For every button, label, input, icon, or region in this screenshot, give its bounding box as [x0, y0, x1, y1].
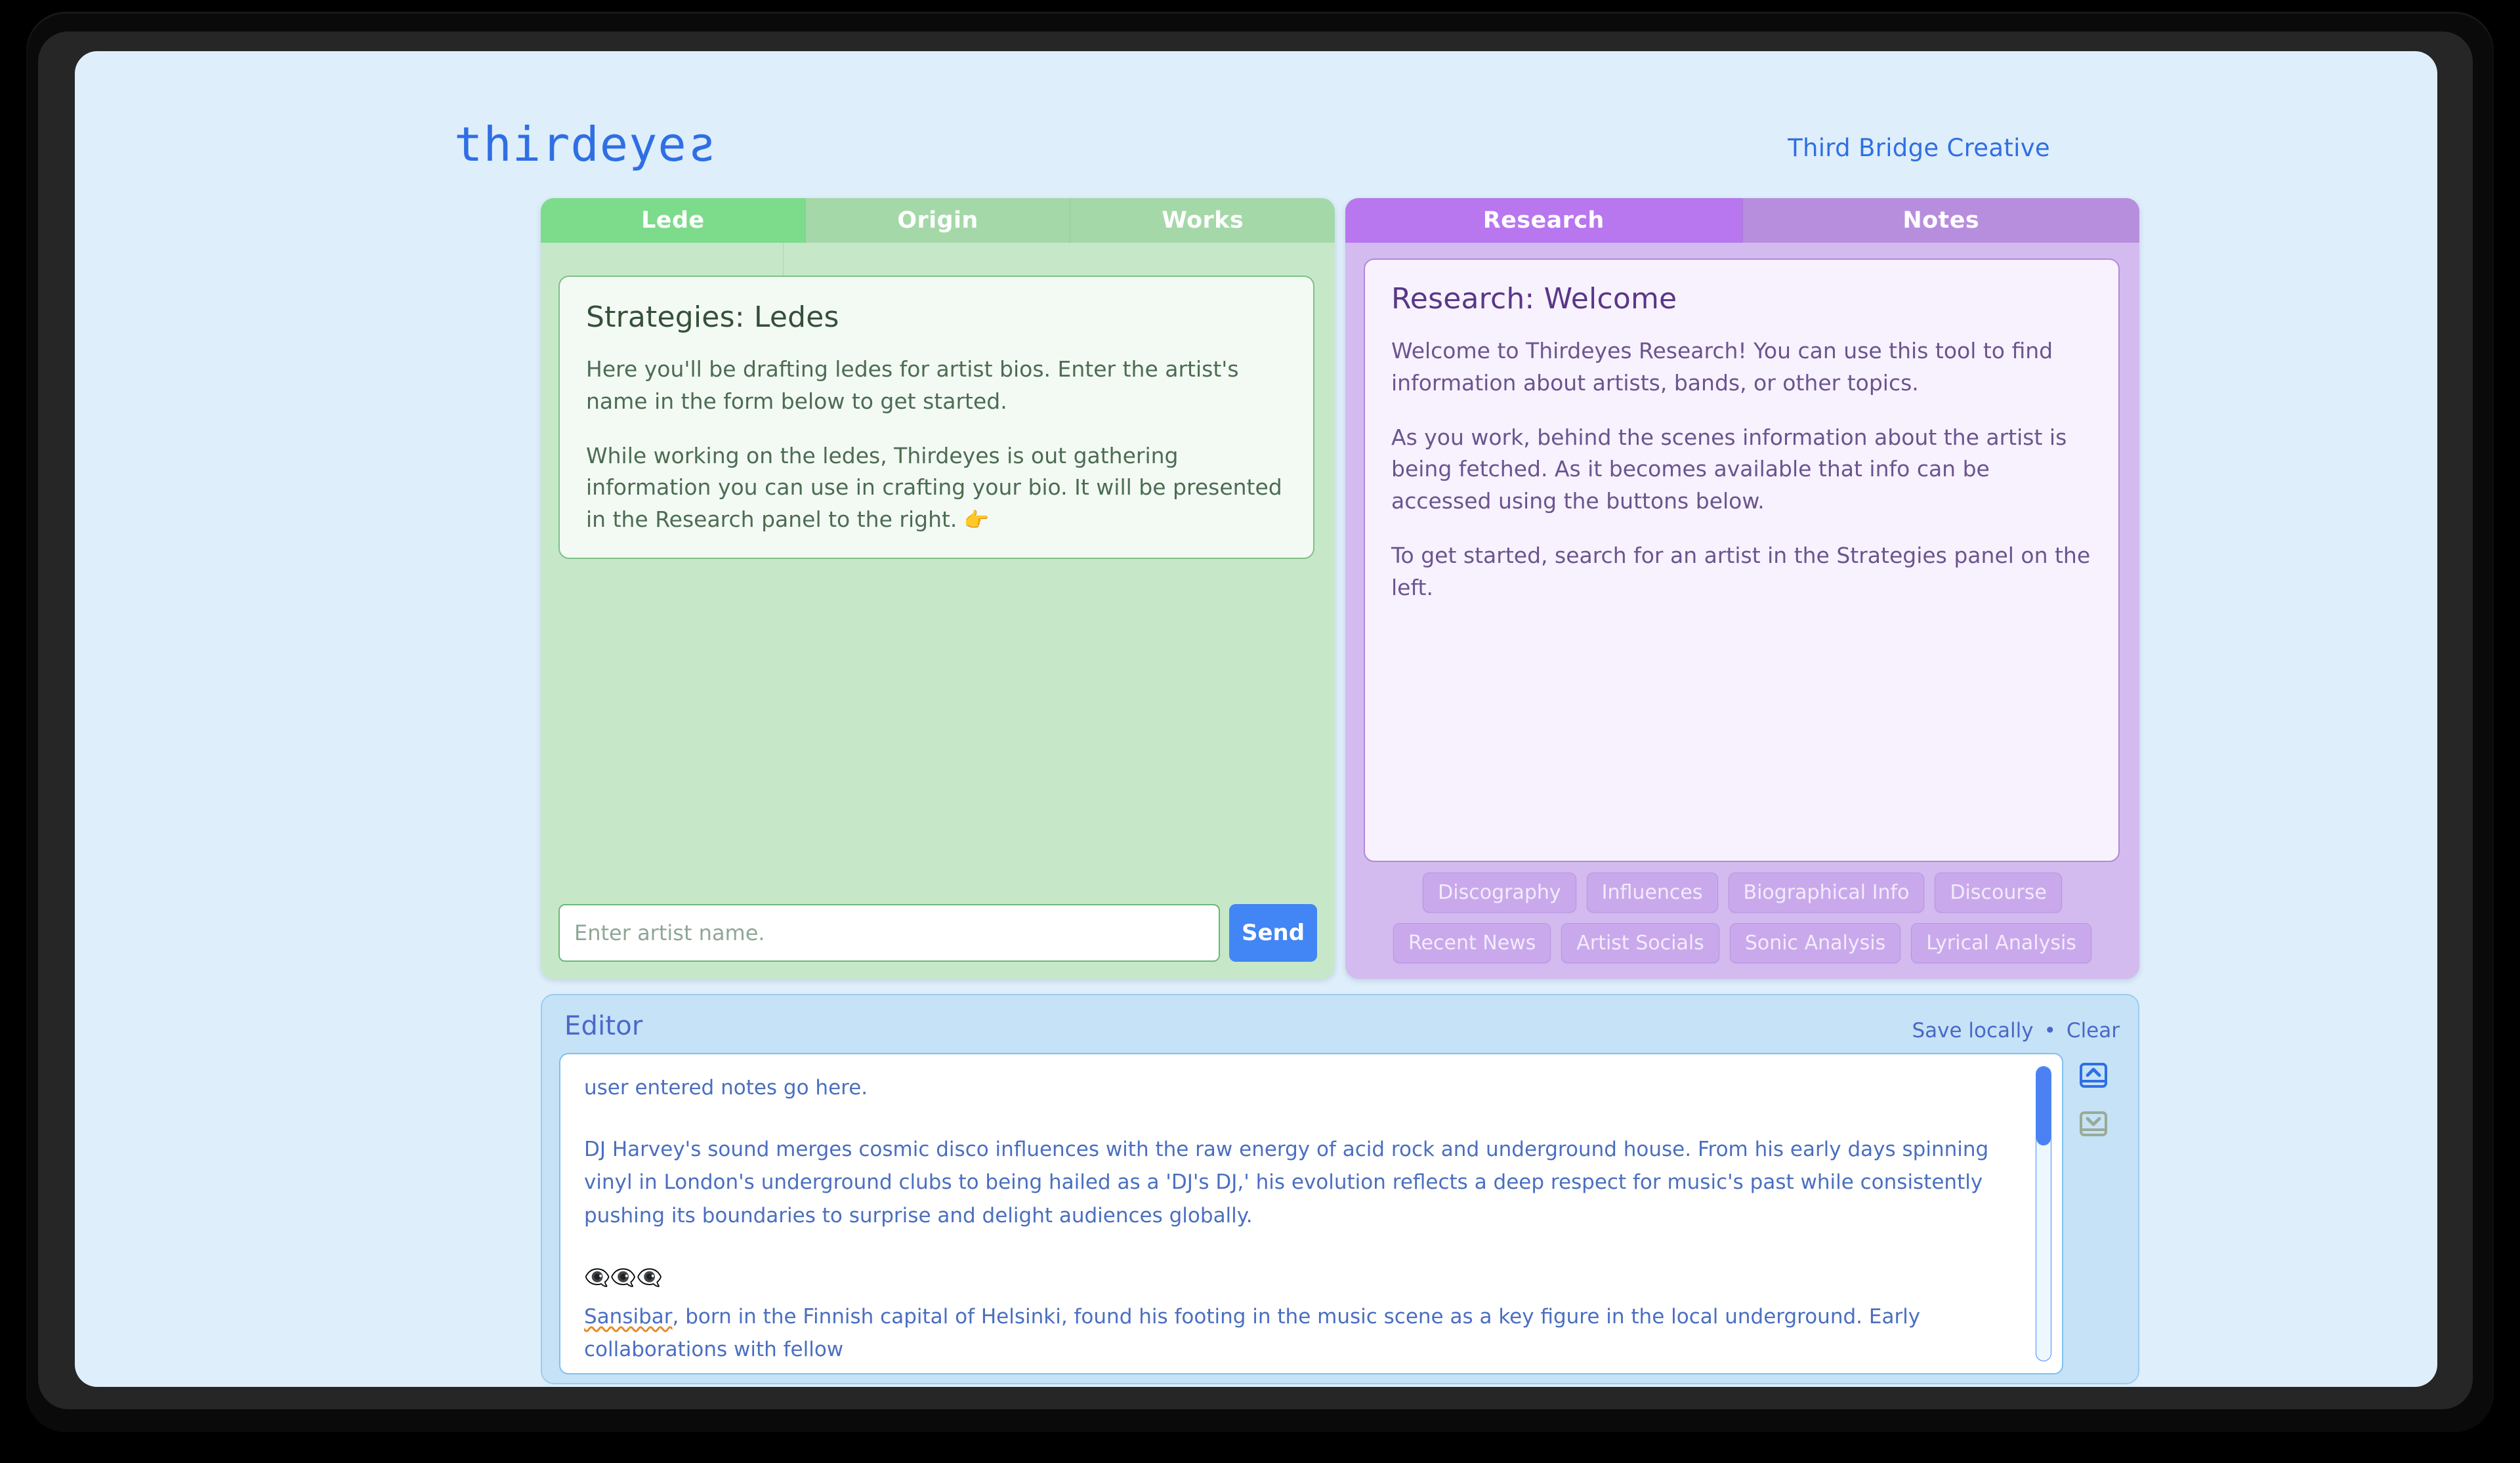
thirdeyes-logo[interactable]: thirdeyes — [454, 117, 716, 172]
research-card-title: Research: Welcome — [1391, 282, 1677, 316]
editor-actions: Save locally • Clear — [1912, 1019, 2120, 1042]
tab-notes[interactable]: Notes — [1742, 198, 2139, 243]
tab-origin[interactable]: Origin — [805, 198, 1071, 243]
chip-discography[interactable]: Discography — [1423, 873, 1576, 913]
strategies-card-title: Strategies: Ledes — [586, 300, 839, 334]
strategies-card-paragraph-2: While working on the ledes, Thirdeyes is… — [586, 440, 1287, 537]
logo-reversed-s: s — [686, 117, 717, 172]
artist-name-input[interactable] — [558, 904, 1220, 962]
editor-scrollbar-thumb[interactable] — [2036, 1067, 2051, 1145]
research-card-paragraph-3: To get started, search for an artist in … — [1391, 543, 2091, 600]
brand-credit-link[interactable]: Third Bridge Creative — [1788, 134, 2050, 162]
tab-research[interactable]: Research — [1345, 198, 1743, 243]
chip-lyrical-analysis[interactable]: Lyrical Analysis — [1911, 923, 2091, 963]
strategies-card-paragraph-1: Here you'll be drafting ledes for artist… — [586, 356, 1239, 414]
editor-text-content: user entered notes go here. DJ Harvey's … — [584, 1071, 2021, 1366]
chip-artist-socials[interactable]: Artist Socials — [1561, 923, 1719, 963]
send-button[interactable]: Send — [1229, 904, 1317, 962]
editor-paragraph-1: user entered notes go here. — [584, 1076, 868, 1100]
strategies-card-paragraph-2-text: While working on the ledes, Thirdeyes is… — [586, 442, 1282, 533]
chip-discourse[interactable]: Discourse — [1935, 873, 2062, 913]
chevron-down-in-box-icon — [2080, 1111, 2107, 1136]
scroll-to-bottom-button[interactable] — [2075, 1105, 2112, 1142]
editor-paragraph-2: DJ Harvey's sound merges cosmic disco in… — [584, 1138, 1989, 1227]
editor-panel: Editor Save locally • Clear user entered… — [541, 994, 2139, 1384]
research-info-card: Research: Welcome Welcome to Thirdeyes R… — [1364, 258, 2120, 862]
research-card-paragraph-1: Welcome to Thirdeyes Research! You can u… — [1391, 338, 2053, 396]
chip-biographical-info[interactable]: Biographical Info — [1728, 873, 1925, 913]
pointing-right-icon: 👉 — [963, 508, 990, 533]
scroll-to-top-button[interactable] — [2075, 1057, 2112, 1094]
research-tabstrip: Research Notes — [1345, 198, 2139, 243]
editor-paragraph-3: Sansibar, born in the Finnish capital of… — [584, 1300, 2021, 1366]
research-panel: Research Notes Research: Welcome Welcome… — [1345, 198, 2139, 979]
editor-title: Editor — [564, 1011, 643, 1041]
chip-recent-news[interactable]: Recent News — [1393, 923, 1551, 963]
clear-link[interactable]: Clear — [2067, 1019, 2120, 1042]
tab-works[interactable]: Works — [1070, 198, 1335, 243]
app-header: thirdeyes Third Bridge Creative — [75, 51, 2437, 175]
editor-scrollbar[interactable] — [2036, 1066, 2051, 1361]
action-separator: • — [2044, 1019, 2056, 1042]
artist-search-form: Send — [558, 904, 1317, 962]
chip-sonic-analysis[interactable]: Sonic Analysis — [1729, 923, 1901, 963]
research-chip-group: Discography Influences Biographical Info… — [1369, 873, 2116, 963]
editor-paragraph-3-rest: , born in the Finnish capital of Helsink… — [584, 1304, 1921, 1361]
strategies-body: Strategies: Ledes Here you'll be draftin… — [541, 243, 1335, 979]
strategies-tabstrip: Lede Origin Works — [541, 198, 1335, 243]
app-viewport: thirdeyes Third Bridge Creative Lede Ori… — [75, 51, 2437, 1387]
misspelled-word: Sansibar — [584, 1304, 673, 1329]
chevron-up-in-box-icon — [2080, 1063, 2107, 1088]
tab-lede[interactable]: Lede — [541, 198, 806, 243]
editor-textarea[interactable]: user entered notes go here. DJ Harvey's … — [559, 1053, 2063, 1374]
research-body: Research: Welcome Welcome to Thirdeyes R… — [1345, 243, 2139, 979]
eye-in-speech-bubble-icon-row: 👁️‍🗨️👁️‍🗨️👁️‍🗨️ — [584, 1264, 663, 1290]
save-locally-link[interactable]: Save locally — [1912, 1019, 2033, 1042]
strategies-info-card: Strategies: Ledes Here you'll be draftin… — [558, 276, 1314, 559]
logo-text: thirdeye — [454, 117, 687, 172]
chip-influences[interactable]: Influences — [1586, 873, 1718, 913]
strategies-panel: Lede Origin Works Strategies: Ledes Here… — [541, 198, 1335, 979]
research-card-paragraph-2: As you work, behind the scenes informati… — [1391, 424, 2067, 514]
editor-side-buttons — [2075, 1057, 2112, 1142]
